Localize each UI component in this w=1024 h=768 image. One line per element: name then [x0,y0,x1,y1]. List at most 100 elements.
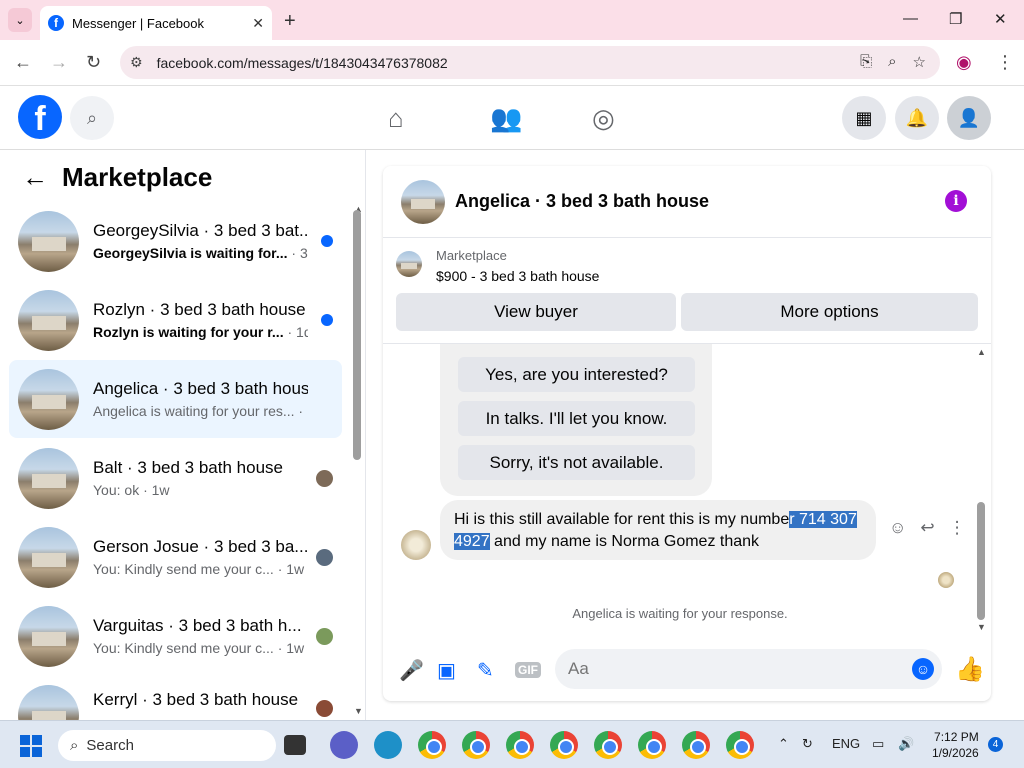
conversation-item[interactable]: Rozlyn · 3 bed 3 bath house Rozlyn is wa… [9,281,342,359]
quick-reply-button[interactable]: Yes, are you interested? [458,357,695,392]
friends-icon[interactable]: 👥 [490,103,522,134]
sender-avatar[interactable] [401,530,431,560]
system-clock[interactable]: 7:12 PM 1/9/2026 [932,729,979,761]
listing-small-thumbnail [396,251,422,277]
conversation-item[interactable]: Kerryl · 3 bed 3 bath house [9,676,342,720]
task-view-icon[interactable] [284,735,306,755]
browser-tab[interactable]: f Messenger | Facebook ✕ [40,6,272,40]
chrome-profile-icon[interactable] [638,731,666,759]
gif-icon[interactable]: GIF [515,662,541,678]
search-icon: ⌕ [70,737,79,754]
site-info-icon[interactable]: ⚙ [130,54,143,71]
chat-scroll-up-icon[interactable]: ▲ [977,347,986,357]
chrome-active-icon[interactable] [726,731,754,759]
restore-icon[interactable]: ❐ [949,10,962,28]
tab-search-chevron-icon[interactable]: ⌄ [8,8,32,32]
conversation-item[interactable]: Balt · 3 bed 3 bath house You: ok · 1w [9,439,342,517]
minimize-icon[interactable]: — [903,10,918,27]
react-emoji-icon[interactable]: ☺ [889,518,906,538]
close-window-icon[interactable]: ✕ [994,10,1007,28]
account-avatar-icon[interactable]: 👤 [947,96,991,140]
bookmark-star-icon[interactable]: ☆ [913,53,926,71]
tab-title: Messenger | Facebook [72,15,204,31]
conversation-item-active[interactable]: Angelica · 3 bed 3 bath house Angelica i… [9,360,342,438]
taskbar-search[interactable]: ⌕ Search [58,730,276,761]
zoom-icon[interactable]: ⌕ [888,53,896,71]
info-icon[interactable]: i [945,190,967,212]
browser-tab-bar: ⌄ f Messenger | Facebook ✕ + — ❐ ✕ [0,0,1024,40]
chat-listing-thumbnail[interactable] [401,179,445,224]
browser-menu-icon[interactable]: ⋮ [996,52,1014,73]
install-app-icon[interactable]: ⎘ [860,53,872,71]
tray-chevron-icon[interactable]: ⌃ [778,736,789,752]
edge-icon[interactable] [374,731,402,759]
back-icon[interactable]: ← [14,52,32,73]
new-tab-icon[interactable]: + [284,10,296,33]
facebook-logo-icon[interactable]: f [18,95,62,139]
chat-scroll-down-icon[interactable]: ▼ [977,622,986,632]
groups-icon[interactable]: ◎ [592,103,615,134]
conversation-name: Rozlyn · 3 bed 3 bath house [93,300,306,319]
listing-thumbnail [18,368,79,430]
chrome-profile-icon[interactable] [506,731,534,759]
microphone-icon[interactable]: 🎤 [399,658,424,683]
url-bar[interactable]: ⚙ facebook.com/messages/t/18430434763780… [120,46,940,79]
conversation-item[interactable]: Gerson Josue · 3 bed 3 ba... You: Kindly… [9,518,342,596]
chrome-profile-icon[interactable] [682,731,710,759]
more-options-button[interactable]: More options [681,293,978,331]
scroll-down-icon[interactable]: ▼ [354,706,363,716]
message-bubble[interactable]: Hi is this still available for rent this… [440,500,876,560]
back-arrow-icon[interactable]: ← [22,162,48,193]
home-icon[interactable]: ⌂ [388,103,404,134]
sidebar-title: Marketplace [62,162,213,192]
language-indicator[interactable]: ENG [832,736,860,751]
network-icon[interactable]: ▭ [872,736,884,752]
listing-thumbnail [18,210,79,272]
clock-date: 1/9/2026 [932,746,979,760]
chat-scrollbar[interactable] [977,502,985,620]
chrome-profile-icon[interactable] [550,731,578,759]
listing-price-title: $900 - 3 bed 3 bath house [436,268,600,284]
conversation-preview: Rozlyn is waiting for your r... [93,324,284,340]
chrome-profile-icon[interactable] [462,731,490,759]
sticker-icon[interactable]: ✎ [477,658,494,683]
conversation-item[interactable]: GeorgeySilvia · 3 bed 3 bat... GeorgeySi… [9,202,342,280]
listing-thumbnail [18,605,79,667]
more-actions-icon[interactable]: ⋮ [949,518,966,538]
unread-dot-icon [321,314,333,326]
quick-reply-button[interactable]: In talks. I'll let you know. [458,401,695,436]
conversation-preview: You: Kindly send me your c... [93,561,274,577]
photo-attach-icon[interactable]: ▣ [437,658,456,683]
conversation-preview: GeorgeySilvia is waiting for... [93,245,288,261]
quick-reply-button[interactable]: Sorry, it's not available. [458,445,695,480]
volume-icon[interactable]: 🔊 [898,736,914,752]
menu-grid-icon[interactable]: ▦ [842,96,886,140]
clock-time: 7:12 PM [934,730,979,744]
windows-start-icon[interactable] [20,735,42,757]
message-actions: ☺ ↩ ⋮ [889,518,966,538]
conversation-time: · 1w [277,640,305,656]
listing-thumbnail [18,684,79,720]
like-thumb-icon[interactable]: 👍 [955,655,985,684]
profile-icon[interactable]: ◉ [956,52,972,73]
sidebar-scrollbar[interactable] [353,210,361,460]
view-buyer-button[interactable]: View buyer [396,293,676,331]
sync-icon[interactable]: ↻ [802,736,813,752]
close-tab-icon[interactable]: ✕ [252,15,264,32]
chrome-icon[interactable] [418,731,446,759]
conversation-name: Angelica · 3 bed 3 bath house [93,379,308,398]
teams-icon[interactable] [330,731,358,759]
message-input[interactable] [555,649,942,689]
reload-icon[interactable]: ↻ [86,52,101,73]
chat-title[interactable]: Angelica · 3 bed 3 bath house [455,191,709,212]
notifications-bell-icon[interactable]: 🔔 [895,96,939,140]
conversation-item[interactable]: Varguitas · 3 bed 3 bath h... You: Kindl… [9,597,342,675]
reply-icon[interactable]: ↩ [920,518,934,538]
conversation-name: Gerson Josue · 3 bed 3 ba... [93,537,308,556]
chrome-profile-icon[interactable] [594,731,622,759]
search-icon[interactable]: ⌕ [70,96,114,140]
notification-badge[interactable]: 4 [988,737,1003,752]
listing-thumbnail [18,289,79,351]
forward-icon[interactable]: → [50,52,68,73]
emoji-picker-icon[interactable]: ☺ [912,658,934,680]
